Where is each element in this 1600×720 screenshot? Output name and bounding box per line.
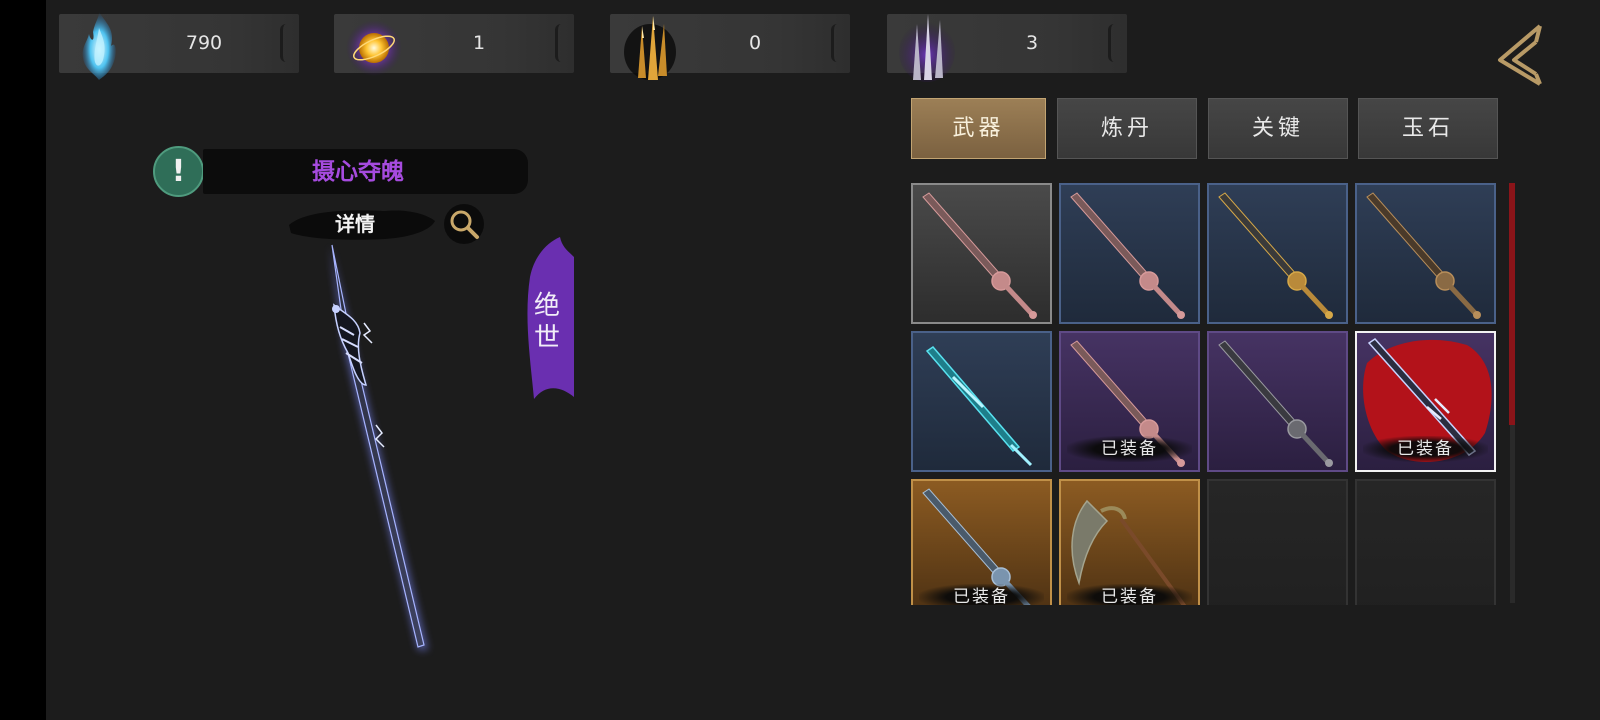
rarity-label: 绝 世 — [533, 291, 560, 353]
sword-pink-hilt-icon — [922, 192, 1037, 319]
sword-gold-guard-icon — [1218, 192, 1333, 319]
inventory-slot[interactable]: 已装备 — [1059, 479, 1200, 605]
skill-name: 摄心夺魄 — [312, 158, 404, 185]
blue-soul-flame-icon — [82, 12, 116, 80]
currency-golden-blades: 0 — [610, 14, 850, 80]
inventory-slot[interactable] — [911, 331, 1052, 472]
inventory-slot[interactable]: 已装备 — [1059, 331, 1200, 472]
golden-orb-count: 1 — [472, 32, 486, 54]
back-arrow-icon — [1498, 24, 1542, 86]
tab-key-items[interactable]: 关键 — [1208, 98, 1348, 159]
skill-banner: 摄心夺魄 — [203, 149, 528, 194]
golden-blades-count: 0 — [748, 32, 762, 54]
tab-weapons[interactable]: 武器 — [911, 98, 1046, 159]
tab-alchemy[interactable]: 炼丹 — [1057, 98, 1197, 159]
purple-blades-count: 3 — [1025, 32, 1039, 54]
equipped-badge: 已装备 — [919, 584, 1044, 605]
sword-pink-hilt-icon — [1070, 192, 1185, 319]
equipped-badge: 已装备 — [1067, 584, 1192, 605]
soul-flame-count: 790 — [185, 32, 223, 54]
inventory-slot-empty[interactable] — [1207, 479, 1348, 605]
inventory-slot[interactable]: 已装备 — [911, 479, 1052, 605]
inventory-grid[interactable]: 已装备 已装备 已装备 已装备 — [911, 183, 1511, 605]
inventory-slot[interactable]: 已装备 — [1355, 331, 1496, 472]
scrollbar-thumb[interactable] — [1509, 183, 1515, 425]
currency-purple-blades: 3 — [887, 14, 1127, 82]
inventory-slot[interactable] — [1207, 183, 1348, 324]
equipped-badge: 已装备 — [1363, 436, 1488, 462]
equipped-badge: 已装备 — [1067, 436, 1192, 462]
back-button[interactable] — [1492, 20, 1552, 90]
golden-orb-icon — [346, 20, 402, 76]
currency-golden-orb: 1 — [334, 14, 574, 76]
inventory-slot[interactable] — [1355, 183, 1496, 324]
left-edge-bar — [0, 0, 46, 720]
lightning-sword-illustration — [330, 244, 428, 650]
cyan-crystal-blade-icon — [925, 346, 1033, 467]
currency-soul-flame: 790 — [59, 12, 299, 80]
sword-bronze-ring-icon — [1366, 192, 1481, 319]
inventory-slot[interactable] — [911, 183, 1052, 324]
inventory-slot-empty[interactable] — [1355, 479, 1496, 605]
alert-icon[interactable]: ! — [153, 146, 204, 197]
golden-blades-icon — [624, 16, 676, 80]
inventory-slot[interactable] — [1059, 183, 1200, 324]
purple-blades-icon — [899, 14, 955, 82]
tab-jade[interactable]: 玉石 — [1358, 98, 1498, 159]
inventory-slot[interactable] — [1207, 331, 1348, 472]
sword-dark-guard-icon — [1218, 340, 1333, 467]
